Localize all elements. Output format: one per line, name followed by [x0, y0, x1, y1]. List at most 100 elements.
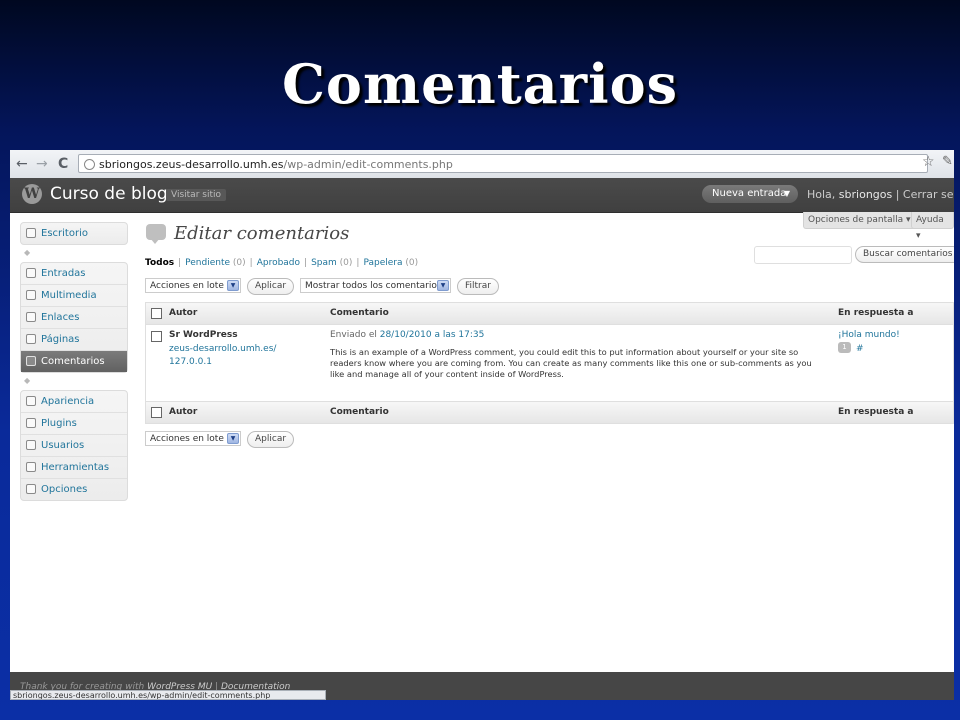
reload-icon[interactable]: C [58, 155, 68, 173]
chevron-down-icon: ▼ [437, 280, 449, 291]
author-ip-link[interactable]: 127.0.0.1 [169, 357, 212, 367]
row-checkbox[interactable] [151, 331, 162, 342]
pending-count: (0) [232, 258, 246, 268]
filter-approved[interactable]: Aprobado [257, 258, 300, 268]
logout-link[interactable]: | Cerrar sesión [896, 188, 954, 201]
comment-text: This is an example of a WordPress commen… [330, 347, 812, 379]
screen-options-button[interactable]: Opciones de pantalla ▾ [803, 212, 916, 229]
house-icon [26, 228, 36, 238]
sidebar-item-apariencia[interactable]: Apariencia [21, 391, 127, 413]
comments-heading-icon [146, 224, 166, 244]
spam-count: (0) [339, 258, 353, 268]
browser-toolbar: ← → C sbriongos.zeus-desarrollo.umh.es/w… [10, 150, 954, 179]
chevron-down-icon: ▼ [227, 280, 239, 291]
comment-type-value: Mostrar todos los comentarios [305, 281, 442, 291]
filter-trash[interactable]: Papelera [363, 258, 402, 268]
apply-button-bottom[interactable]: Aplicar [247, 431, 295, 448]
table-header: Autor Comentario En respuesta a [145, 302, 954, 325]
apply-button[interactable]: Aplicar [247, 278, 295, 295]
sidebar-item-usuarios[interactable]: Usuarios [21, 435, 127, 457]
link-icon [26, 312, 36, 322]
sidebar-item-label: Apariencia [41, 396, 95, 407]
post-permalink[interactable]: # [856, 344, 864, 354]
page-title: Editar comentarios [174, 223, 350, 244]
author-url-link[interactable]: zeus-desarrollo.umh.es/ [169, 344, 276, 354]
comment-date-link[interactable]: 28/10/2010 a las 17:35 [380, 330, 485, 340]
admin-header: W Curso de blogs Visitar sitio Nueva ent… [10, 178, 954, 213]
sidebar-item-label: Opciones [41, 484, 88, 495]
menu-group-settings: Apariencia Plugins Usuarios Herramientas… [20, 390, 128, 501]
bulk-actions-value: Acciones en lote [150, 434, 224, 444]
table-footer: Autor Comentario En respuesta a [145, 401, 954, 424]
sidebar-item-herramientas[interactable]: Herramientas [21, 457, 127, 479]
bookmark-star-icon[interactable]: ☆ [922, 154, 935, 170]
globe-icon [84, 159, 95, 170]
bulk-actions-select-bottom[interactable]: Acciones en lote ▼ [145, 431, 241, 446]
table-row: Sr WordPress zeus-desarrollo.umh.es/ 127… [145, 325, 954, 401]
user-greeting: Hola, sbriongos | Cerrar sesión [807, 188, 954, 201]
comment-icon [26, 356, 36, 366]
search-comments-input[interactable] [754, 246, 852, 264]
post-link[interactable]: ¡Hola mundo! [838, 330, 900, 340]
username-link[interactable]: sbriongos [839, 188, 892, 201]
column-author: Autor [169, 308, 198, 318]
sidebar-item-label: Usuarios [41, 440, 85, 451]
comment-count-bubble-icon[interactable]: 1 [838, 342, 851, 353]
sidebar-item-label: Páginas [41, 334, 80, 345]
menu-separator[interactable]: ◆ [20, 373, 128, 390]
sidebar-item-label: Multimedia [41, 290, 97, 301]
comment-status-filters: Todos | Pendiente (0) | Aprobado | Spam (0) | Pa… [145, 258, 419, 268]
sidebar-item-entradas[interactable]: Entradas [21, 263, 127, 285]
column-comment: Comentario [330, 407, 389, 417]
back-arrow-icon[interactable]: ← [16, 155, 28, 173]
filter-spam[interactable]: Spam [311, 258, 337, 268]
browser-status-bar: sbriongos.zeus-desarrollo.umh.es/wp-admi… [10, 690, 326, 700]
greeting-label: Hola, [807, 188, 836, 201]
sidebar-item-label: Enlaces [41, 312, 80, 323]
bulk-actions-select[interactable]: Acciones en lote ▼ [145, 278, 241, 293]
filter-button[interactable]: Filtrar [457, 278, 499, 295]
menu-group-content: Entradas Multimedia Enlaces Páginas Come… [20, 262, 128, 373]
comments-table: Autor Comentario En respuesta a Sr WordP… [145, 302, 954, 424]
url-host: sbriongos.zeus-desarrollo.umh.es [99, 158, 284, 171]
sidebar-item-enlaces[interactable]: Enlaces [21, 307, 127, 329]
help-button[interactable]: Ayuda ▾ [911, 212, 954, 241]
sidebar-item-escritorio[interactable]: Escritorio [21, 223, 127, 244]
search-comments-button[interactable]: Buscar comentarios [855, 246, 954, 263]
tools-icon [26, 462, 36, 472]
sidebar-item-label: Escritorio [41, 228, 88, 239]
site-title[interactable]: Curso de blogs [50, 184, 177, 204]
forward-arrow-icon[interactable]: → [36, 155, 48, 173]
visit-site-button[interactable]: Visitar sitio [166, 189, 226, 201]
media-icon [26, 290, 36, 300]
sidebar-item-multimedia[interactable]: Multimedia [21, 285, 127, 307]
chevron-down-icon[interactable]: ▼ [784, 185, 790, 203]
slide-title: Comentarios [281, 52, 679, 116]
appearance-icon [26, 396, 36, 406]
plugin-icon [26, 418, 36, 428]
comment-type-select[interactable]: Mostrar todos los comentarios ▼ [300, 278, 451, 293]
filter-pending[interactable]: Pendiente [185, 258, 230, 268]
bulk-actions-value: Acciones en lote [150, 281, 224, 291]
select-all-checkbox-bottom[interactable] [151, 407, 162, 418]
sidebar-item-label: Entradas [41, 268, 86, 279]
column-in-response-to: En respuesta a [838, 407, 914, 417]
wordpress-logo-icon: W [22, 184, 42, 204]
browser-screenshot: ← → C sbriongos.zeus-desarrollo.umh.es/w… [10, 150, 954, 700]
new-entry-button[interactable]: Nueva entrada ▼ [702, 185, 798, 203]
menu-separator[interactable]: ◆ [20, 245, 128, 262]
sidebar-item-comentarios[interactable]: Comentarios [21, 351, 127, 372]
trash-count: (0) [405, 258, 419, 268]
filter-all[interactable]: Todos [145, 258, 174, 268]
users-icon [26, 440, 36, 450]
menu-group-dashboard: Escritorio [20, 222, 128, 245]
sidebar-item-opciones[interactable]: Opciones [21, 479, 127, 500]
new-entry-label: Nueva entrada [712, 188, 787, 199]
sidebar-item-plugins[interactable]: Plugins [21, 413, 127, 435]
sidebar-item-paginas[interactable]: Páginas [21, 329, 127, 351]
chevron-down-icon: ▼ [227, 433, 239, 444]
select-all-checkbox[interactable] [151, 308, 162, 319]
wrench-icon[interactable]: ✎ [942, 154, 953, 169]
address-bar[interactable]: sbriongos.zeus-desarrollo.umh.es/wp-admi… [78, 154, 928, 173]
pin-icon [26, 268, 36, 278]
